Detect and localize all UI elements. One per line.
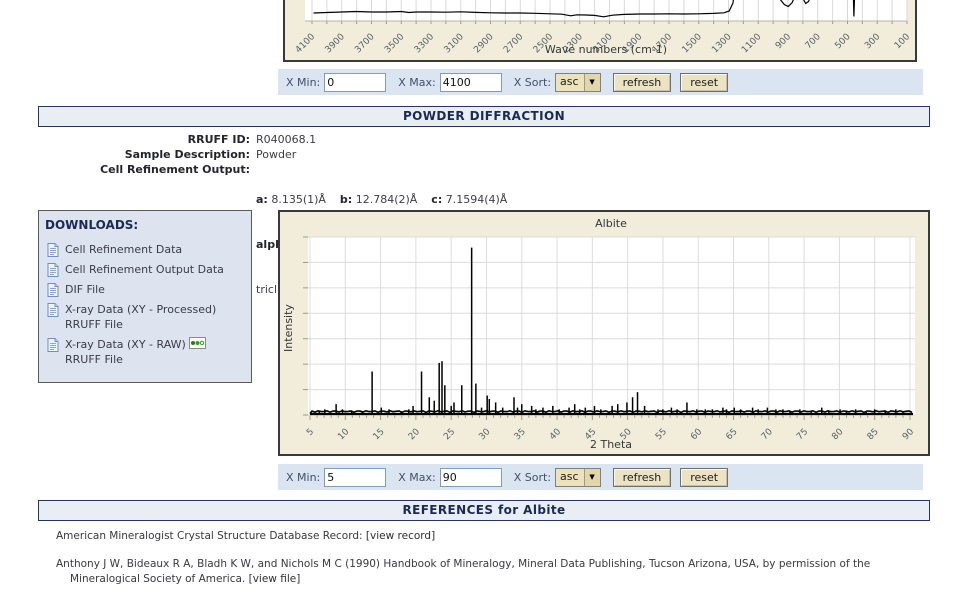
x-min-label: X Min:	[286, 471, 320, 484]
svg-text:3500: 3500	[383, 32, 406, 55]
x-min-label: X Min:	[286, 76, 320, 89]
svg-text:500: 500	[833, 32, 852, 51]
svg-text:3100: 3100	[443, 32, 466, 55]
wave-numbers-axis-label: Wave numbers (cm-1)	[545, 43, 667, 56]
svg-text:1500: 1500	[681, 32, 704, 55]
svg-text:4100: 4100	[294, 32, 317, 55]
svg-text:3900: 3900	[324, 32, 347, 55]
svg-text:80: 80	[830, 427, 845, 442]
dropdown-arrow-icon: ▼	[584, 74, 600, 91]
view-record-link[interactable]: [view record]	[366, 530, 435, 542]
document-icon	[47, 303, 59, 332]
download-link-label: Cell Refinement Output Data	[65, 262, 224, 277]
svg-text:20: 20	[407, 427, 422, 442]
powder-diffraction-header: POWDER DIFFRACTION	[38, 106, 930, 127]
download-link-label: DIF File	[65, 282, 105, 297]
svg-text:300: 300	[863, 32, 882, 51]
xrd-chart-title: Albite	[595, 217, 627, 230]
dropdown-arrow-icon: ▼	[584, 469, 600, 486]
svg-text:55: 55	[654, 427, 669, 442]
downloads-panel: DOWNLOADS: Cell Refinement DataCell Refi…	[38, 210, 252, 383]
download-link-item[interactable]: X-ray Data (XY - RAW)RRUFF File	[47, 337, 245, 367]
svg-text:25: 25	[442, 427, 457, 442]
svg-text:15: 15	[372, 427, 387, 442]
svg-text:2900: 2900	[472, 32, 495, 55]
references-header: REFERENCES for Albite	[38, 500, 930, 521]
intensity-axis-label: Intensity	[282, 304, 295, 352]
rruff-id-value: R040068.1	[256, 132, 316, 147]
svg-text:75: 75	[795, 427, 810, 442]
svg-text:85: 85	[866, 427, 881, 442]
reset-button[interactable]: reset	[680, 468, 728, 487]
rruff-powder-diffraction-page: 4100390037003500330031002900270025002300…	[0, 0, 967, 600]
references-block: American Mineralogist Crystal Structure …	[56, 529, 928, 600]
svg-text:900: 900	[774, 32, 793, 51]
refresh-button[interactable]: refresh	[613, 468, 672, 487]
x-sort-label: X Sort:	[514, 76, 551, 89]
svg-text:2700: 2700	[502, 32, 525, 55]
view-file-link[interactable]: [view file]	[249, 573, 301, 585]
svg-text:40: 40	[548, 427, 563, 442]
svg-text:700: 700	[804, 32, 823, 51]
download-link-item[interactable]: Cell Refinement Output Data	[47, 262, 245, 277]
svg-text:65: 65	[724, 427, 739, 442]
svg-text:10: 10	[336, 427, 351, 442]
x-sort-select[interactable]: asc ▼	[555, 468, 601, 487]
sample-description-value: Powder	[256, 147, 296, 162]
document-icon	[47, 243, 59, 257]
svg-text:70: 70	[760, 427, 775, 442]
x-max-label: X Max:	[398, 76, 435, 89]
rruff-id-label: RRUFF ID:	[38, 132, 250, 147]
downloads-list: Cell Refinement Data Cell Refinement Outp…	[47, 242, 245, 367]
x-max-label: X Max:	[398, 471, 435, 484]
document-icon	[47, 263, 59, 277]
reference-entry: Anthony J W, Bideaux R A, Bladh K W, and…	[56, 557, 928, 587]
svg-text:1300: 1300	[710, 32, 733, 55]
sample-description-label: Sample Description:	[38, 147, 250, 162]
refresh-button[interactable]: refresh	[613, 73, 672, 92]
cell-params-abc: a: 8.135(1)Å b: 12.784(2)Å c: 7.1594(4)Å	[256, 192, 835, 207]
document-icon	[47, 338, 59, 367]
svg-text:3300: 3300	[413, 32, 436, 55]
spectrum-chart-panel: 4100390037003500330031002900270025002300…	[283, 0, 917, 62]
download-link-label: Cell Refinement Data	[65, 242, 182, 257]
spectrum-chart: 4100390037003500330031002900270025002300…	[285, 0, 915, 59]
download-link-item[interactable]: Cell Refinement Data	[47, 242, 245, 257]
xrd-chart-controls: X Min: X Max: X Sort: asc ▼ refresh rese…	[278, 464, 923, 490]
reference-entry: American Mineralogist Crystal Structure …	[56, 529, 928, 544]
svg-text:60: 60	[689, 427, 704, 442]
downloads-title: DOWNLOADS:	[45, 218, 245, 232]
spectrum-chart-controls: X Min: X Max: X Sort: asc ▼ refresh rese…	[278, 69, 923, 95]
svg-text:30: 30	[477, 427, 492, 442]
document-icon	[47, 283, 59, 297]
svg-text:90: 90	[901, 427, 916, 442]
xrd-chart-panel: Albite5101520253035404550556065707580859…	[278, 210, 930, 456]
svg-text:3700: 3700	[353, 32, 376, 55]
svg-text:35: 35	[513, 427, 528, 442]
svg-text:1100: 1100	[740, 32, 763, 55]
download-link-item[interactable]: DIF File	[47, 282, 245, 297]
x-max-input[interactable]	[440, 468, 502, 487]
download-link-label: X-ray Data (XY - RAW)RRUFF File	[65, 337, 206, 367]
download-link-label: X-ray Data (XY - Processed)RRUFF File	[65, 302, 216, 332]
xrd-chart: Albite5101520253035404550556065707580859…	[280, 212, 928, 454]
svg-text:5: 5	[305, 427, 316, 438]
x-min-input[interactable]	[324, 73, 386, 92]
two-theta-axis-label: 2 Theta	[590, 438, 632, 451]
x-max-input[interactable]	[440, 73, 502, 92]
x-sort-label: X Sort:	[514, 471, 551, 484]
download-link-item[interactable]: X-ray Data (XY - Processed)RRUFF File	[47, 302, 245, 332]
raw-data-dots-icon	[189, 337, 206, 349]
x-sort-select[interactable]: asc ▼	[555, 73, 601, 92]
svg-text:100: 100	[893, 32, 912, 51]
reset-button[interactable]: reset	[680, 73, 728, 92]
x-min-input[interactable]	[324, 468, 386, 487]
